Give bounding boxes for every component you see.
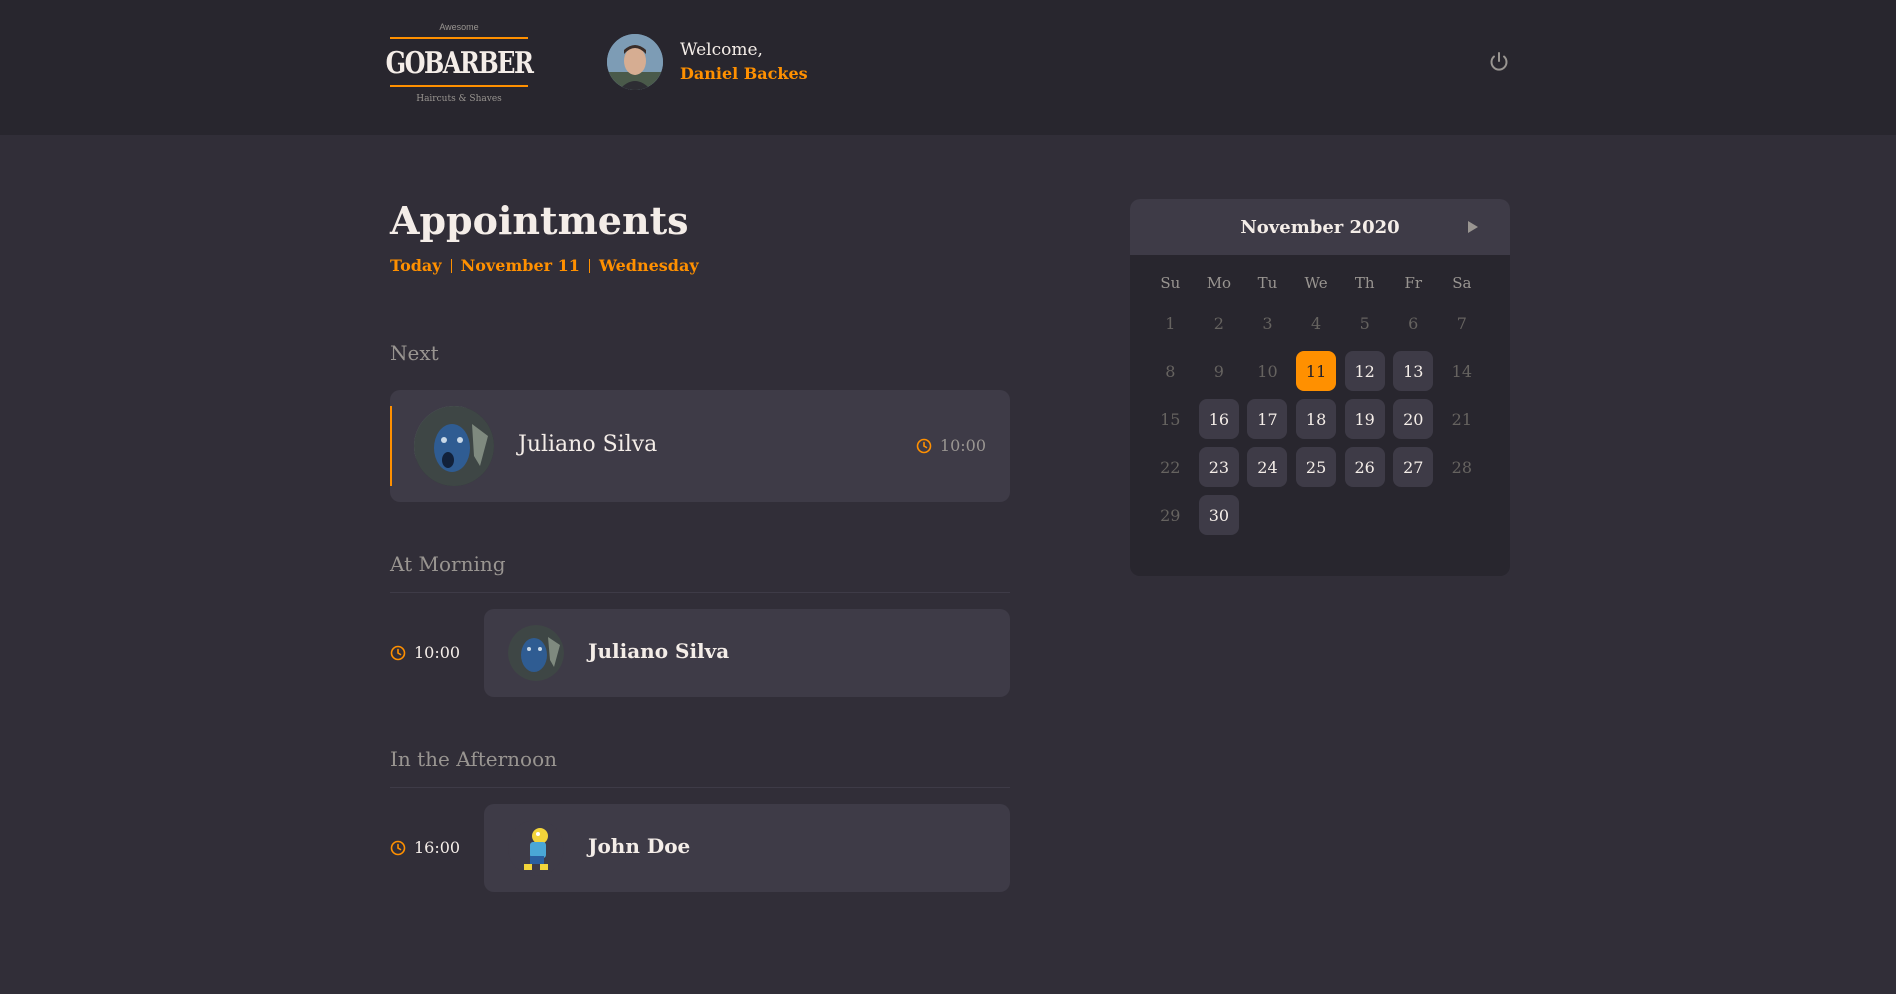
- logo-main-box: GOBARBER: [386, 37, 534, 87]
- date-picker-calendar: November 2020 Su Mo Tu We Th Fr Sa 1 2 3 4 5 6 7 8 9 10…: [1130, 199, 1510, 576]
- calendar-day-disabled: 3: [1262, 313, 1273, 333]
- weekday-header-row: Su Mo Tu We Th Fr Sa: [1146, 271, 1494, 295]
- weekday-label: Mo: [1206, 274, 1232, 292]
- weekday-label: We: [1304, 274, 1328, 292]
- calendar-day-disabled: 5: [1359, 313, 1370, 333]
- logo-main-text: GOBARBER: [385, 43, 534, 81]
- calendar-day-disabled: 21: [1451, 409, 1473, 429]
- calendar-day-disabled: 9: [1213, 361, 1224, 381]
- subtitle-separator: [588, 258, 590, 273]
- profile-text: Welcome, Daniel Backes: [680, 38, 808, 86]
- client-avatar-image: [414, 406, 494, 486]
- power-icon: [1490, 52, 1508, 71]
- calendar-day-disabled: 22: [1160, 457, 1181, 477]
- appointment-row: 16:00 John Doe: [390, 804, 1010, 892]
- subtitle-date: November 11: [460, 256, 580, 275]
- client-avatar-image: [508, 820, 564, 876]
- calendar-day-available[interactable]: 20: [1393, 399, 1434, 439]
- calendar-day-disabled: 15: [1160, 409, 1181, 429]
- next-client-name: Juliano Silva: [518, 432, 658, 457]
- weekday-label: Fr: [1404, 274, 1423, 292]
- calendar-day-available[interactable]: 30: [1198, 495, 1239, 535]
- calendar-month-title: November 2020: [1240, 216, 1400, 238]
- weekday-label: Su: [1160, 274, 1181, 292]
- calendar-day-selected[interactable]: 11: [1296, 351, 1337, 391]
- clock-icon: [390, 645, 406, 660]
- logo-top-text: Awesome: [439, 22, 479, 32]
- morning-section-label: At Morning: [390, 552, 506, 576]
- subtitle-separator: [450, 258, 452, 273]
- appointment-time: 16:00: [390, 838, 460, 857]
- next-month-arrow-icon: [1468, 221, 1478, 233]
- user-avatar[interactable]: [607, 34, 663, 90]
- client-avatar: [508, 820, 564, 876]
- logo-bottom-text: Haircuts & Shaves: [416, 94, 502, 104]
- appointment-row: 10:00 Juliano Silva: [390, 609, 1010, 697]
- calendar-day-disabled: 1: [1165, 313, 1176, 333]
- logout-button[interactable]: [1487, 50, 1511, 74]
- calendar-day-available[interactable]: 24: [1247, 447, 1288, 487]
- next-client-avatar: [414, 406, 494, 486]
- welcome-label: Welcome,: [680, 40, 763, 60]
- calendar-day-available[interactable]: 16: [1198, 399, 1239, 439]
- user-name-link[interactable]: Daniel Backes: [680, 62, 808, 86]
- calendar-day-available[interactable]: 18: [1296, 399, 1337, 439]
- clock-icon: [390, 840, 406, 855]
- calendar-day-available[interactable]: 17: [1247, 399, 1288, 439]
- afternoon-divider: [390, 787, 1010, 788]
- calendar-header: November 2020: [1130, 199, 1510, 255]
- weekday-label: Tu: [1257, 274, 1278, 292]
- appointment-time-label: 16:00: [414, 838, 461, 857]
- next-section-label: Next: [390, 341, 439, 365]
- appointment-time: 10:00: [390, 643, 460, 662]
- next-appointment-card[interactable]: Juliano Silva 10:00: [390, 390, 1010, 502]
- date-subtitle: Today November 11 Wednesday: [390, 256, 699, 275]
- next-appointment-time: 10:00: [916, 436, 986, 455]
- calendar-day-disabled: 2: [1213, 313, 1224, 333]
- calendar-day-available[interactable]: 25: [1296, 447, 1337, 487]
- user-profile[interactable]: Welcome, Daniel Backes: [607, 34, 808, 90]
- days-grid: 1 2 3 4 5 6 7 8 9 10 11 12 13 14 15 16 17 18 19 20 21 22 23 24 2…: [1146, 303, 1494, 535]
- afternoon-section-label: In the Afternoon: [390, 747, 558, 771]
- calendar-day-disabled: 14: [1451, 361, 1473, 381]
- calendar-day-disabled: 10: [1257, 361, 1278, 381]
- clock-icon: [916, 438, 932, 453]
- calendar-day-disabled: 28: [1451, 457, 1473, 477]
- next-month-button[interactable]: [1466, 219, 1480, 235]
- weekday-label: Sa: [1452, 274, 1472, 292]
- morning-divider: [390, 592, 1010, 593]
- next-accent-bar: [390, 406, 392, 486]
- calendar-day-available[interactable]: 27: [1393, 447, 1434, 487]
- client-name: Juliano Silva: [588, 639, 730, 663]
- page-title: Appointments: [390, 198, 689, 243]
- next-time-label: 10:00: [939, 436, 986, 455]
- calendar-day-available[interactable]: 13: [1393, 351, 1434, 391]
- calendar-day-disabled: 29: [1160, 505, 1181, 525]
- subtitle-weekday: Wednesday: [598, 256, 699, 275]
- calendar-day-disabled: 7: [1456, 313, 1467, 333]
- calendar-day-disabled: 4: [1310, 313, 1322, 333]
- weekday-label: Th: [1354, 274, 1375, 292]
- appointment-card[interactable]: Juliano Silva: [484, 609, 1010, 697]
- calendar-day-available[interactable]: 19: [1344, 399, 1385, 439]
- gobarber-logo: Awesome GOBARBER Haircuts & Shaves: [386, 20, 534, 108]
- calendar-grid: Su Mo Tu We Th Fr Sa 1 2 3 4 5 6 7 8 9 10 11 12 13 14 15 16 17…: [1146, 271, 1494, 535]
- client-name: John Doe: [588, 834, 691, 858]
- appointment-card[interactable]: John Doe: [484, 804, 1010, 892]
- appointment-time-label: 10:00: [414, 643, 461, 662]
- calendar-day-available[interactable]: 26: [1344, 447, 1385, 487]
- calendar-day-available[interactable]: 23: [1198, 447, 1239, 487]
- calendar-day-disabled: 6: [1408, 313, 1419, 333]
- calendar-day-disabled: 8: [1165, 361, 1176, 381]
- user-avatar-image: [607, 34, 663, 90]
- client-avatar: [508, 625, 564, 681]
- top-header: Awesome GOBARBER Haircuts & Shaves Welco…: [0, 0, 1896, 135]
- calendar-day-available[interactable]: 12: [1344, 351, 1385, 391]
- subtitle-today: Today: [390, 256, 442, 275]
- client-avatar-image: [508, 625, 564, 681]
